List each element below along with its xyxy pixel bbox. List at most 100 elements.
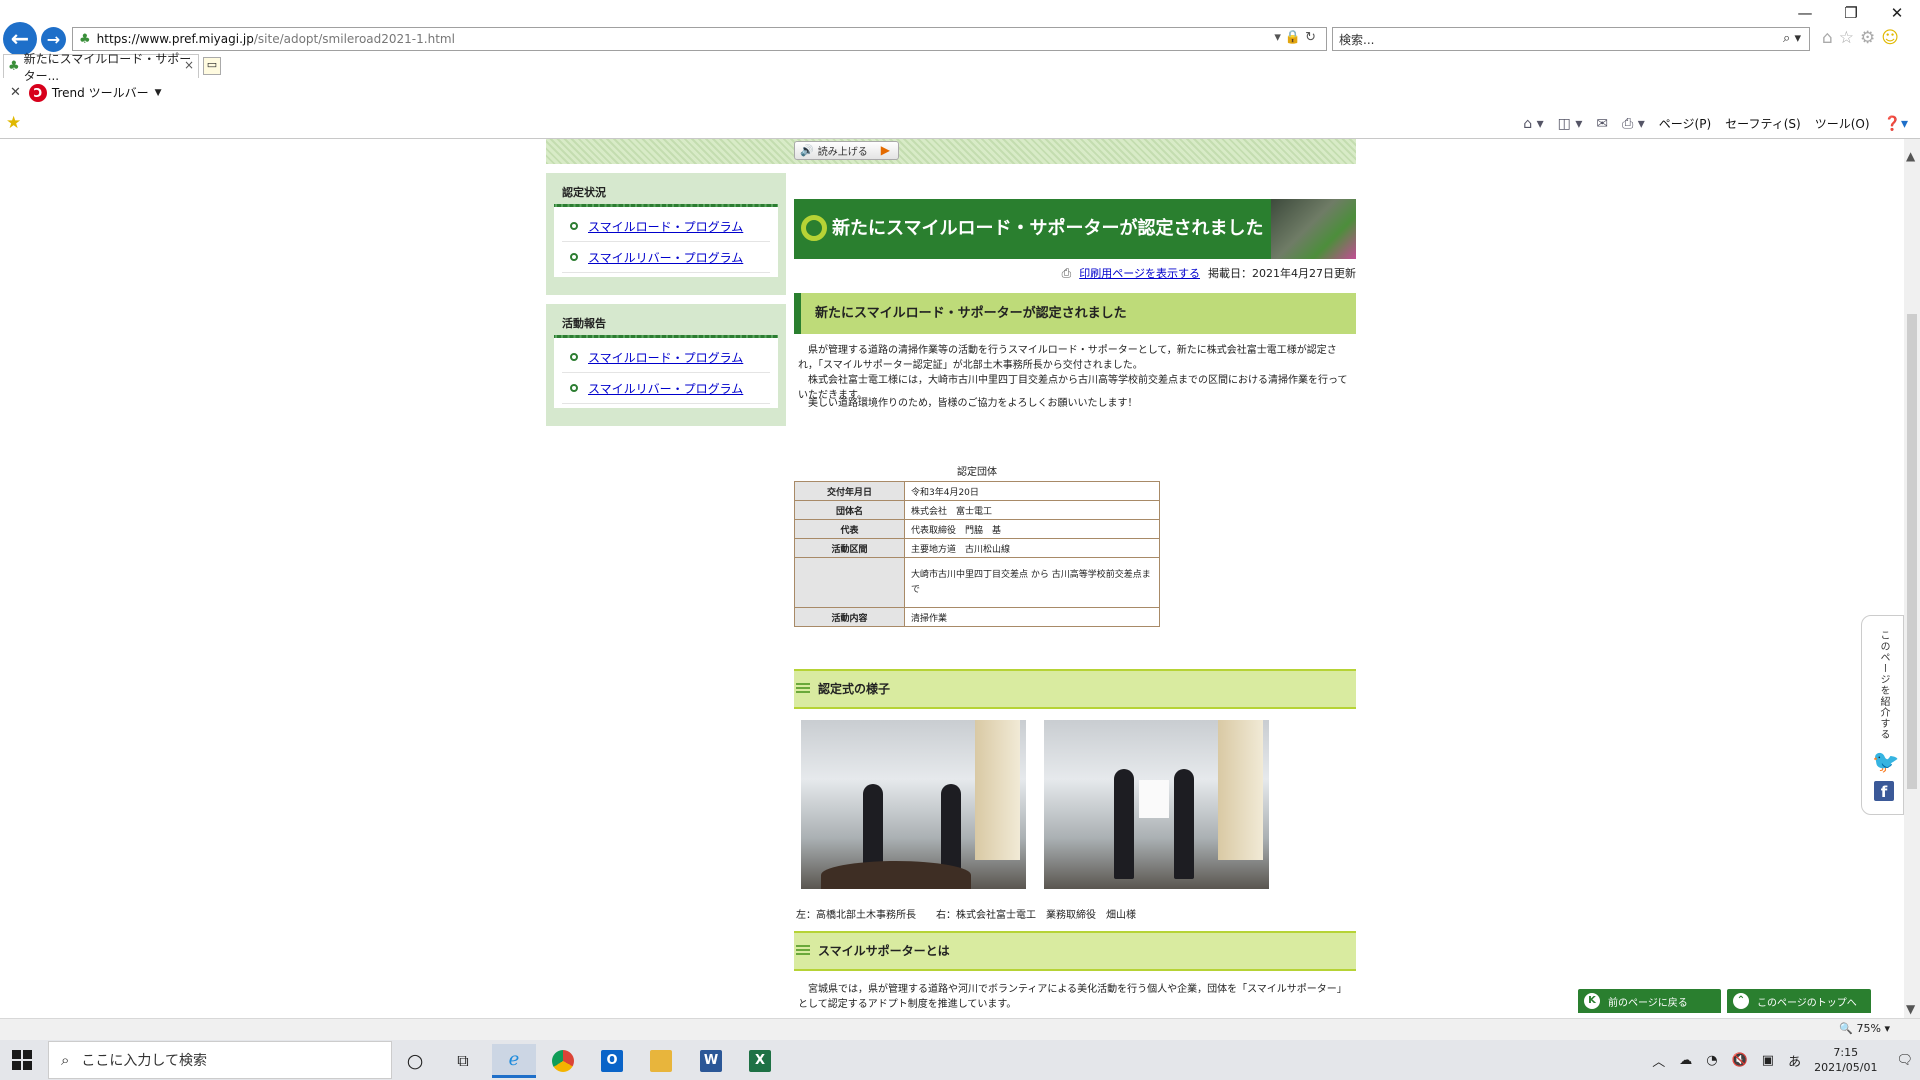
print-icon[interactable]: ⎙ ▾ <box>1622 116 1645 132</box>
network-icon[interactable]: ◔ <box>1706 1053 1717 1068</box>
address-tools: ▾🔒↻ <box>1274 30 1320 45</box>
task-view-icon[interactable]: ⧉ <box>441 1044 485 1078</box>
tray-chevron-icon[interactable]: ︿ <box>1652 1051 1665 1070</box>
table-row: 活動区間 主要地方道 古川松山線 <box>794 538 1160 558</box>
mail-icon[interactable]: ✉ <box>1596 116 1608 132</box>
vertical-scrollbar[interactable]: ▲ ▼ <box>1904 139 1920 1018</box>
toolbar-close-icon[interactable]: ✕ <box>10 85 21 100</box>
browser-chrome: ← → ♣ https://www.pref.miyagi.jp/site/ad… <box>0 0 1920 139</box>
sidebar-link[interactable]: スマイルロード・プログラム <box>588 218 743 235</box>
photo-caption-left: 左：高橋北部土木事務所長 <box>796 910 916 921</box>
trend-toolbar: ✕ Ɔ Trend ツールバー ▼ <box>0 79 1920 106</box>
dropdown-icon[interactable]: ▾ <box>1274 30 1285 45</box>
windows-taskbar: ⌕ ここに入力して検索 ○ ⧉ ℯ O W X ︿ ☁ ◔ 🔇 ▣ あ 7:15… <box>0 1040 1920 1080</box>
system-tray: ︿ ☁ ◔ 🔇 ▣ あ 7:15 2021/05/01 🗨 <box>1645 1040 1920 1080</box>
taskbar-search[interactable]: ⌕ ここに入力して検索 <box>48 1041 392 1079</box>
minimize-button[interactable]: — <box>1782 4 1828 22</box>
search-icon[interactable]: ⌕ ▾ <box>1783 31 1801 46</box>
display-icon[interactable]: ▣ <box>1762 1053 1774 1068</box>
cloud-icon[interactable]: ☁ <box>1679 1053 1692 1068</box>
clock-time: 7:15 <box>1833 1046 1859 1059</box>
refresh-icon[interactable]: ↻ <box>1305 30 1320 45</box>
outlook-icon[interactable]: O <box>590 1044 634 1078</box>
row-label: 活動区間 <box>794 538 905 558</box>
gear-icon[interactable]: ⚙ <box>1860 28 1881 48</box>
start-button[interactable] <box>12 1050 32 1070</box>
photo-table <box>821 861 971 889</box>
share-widget: このページを紹介する 🐦 f <box>1861 615 1904 815</box>
print-row: ⎙ 印刷用ページを表示する 掲載日：2021年4月27日更新 <box>1062 265 1356 281</box>
table-row: 団体名 株式会社 富士電工 <box>794 500 1160 520</box>
sidebar-link[interactable]: スマイルロード・プログラム <box>588 349 743 366</box>
browser-tab[interactable]: ♣ 新たにスマイルロード・サポーター... × <box>3 52 199 83</box>
cortana-icon[interactable]: ○ <box>393 1044 437 1078</box>
new-tab-button[interactable]: ▭ <box>203 57 221 75</box>
about-heading: スマイルサポーターとは <box>794 931 1356 971</box>
certified-group-table: 認定団体 交付年月日 令和3年4月20日 団体名 株式会社 富士電工 代表 代表取締役… <box>794 463 1160 627</box>
lock-icon[interactable]: 🔒 <box>1285 30 1305 45</box>
word-icon[interactable]: W <box>689 1044 733 1078</box>
file-explorer-icon[interactable] <box>639 1044 683 1078</box>
safety-menu[interactable]: セーフティ(S) <box>1725 115 1801 132</box>
share-label: このページを紹介する <box>1878 630 1889 740</box>
home-icon[interactable]: ⌂ <box>1822 28 1839 48</box>
trend-logo-icon: Ɔ <box>28 83 47 102</box>
restore-button[interactable]: ❐ <box>1828 4 1874 22</box>
scroll-down-icon[interactable]: ▼ <box>1906 1002 1915 1016</box>
twitter-icon[interactable]: 🐦 <box>1872 750 1899 775</box>
notifications-icon[interactable]: 🗨 <box>1896 1053 1913 1068</box>
taskbar-clock[interactable]: 7:15 2021/05/01 <box>1814 1045 1877 1075</box>
volume-muted-icon[interactable]: 🔇 <box>1732 1053 1748 1068</box>
chevron-down-icon[interactable]: ▼ <box>155 88 162 98</box>
tools-menu[interactable]: ツール(O) <box>1815 115 1870 132</box>
page-menu[interactable]: ページ(P) <box>1659 115 1711 132</box>
prev-page-label: 前のページに戻る <box>1608 997 1688 1009</box>
row-value: 主要地方道 古川松山線 <box>904 538 1160 558</box>
zoom-control[interactable]: 🔍 75% ▾ <box>1839 1022 1890 1035</box>
smiley-icon[interactable]: ☺ <box>1881 28 1905 48</box>
excel-icon[interactable]: X <box>738 1044 782 1078</box>
row-value: 令和3年4月20日 <box>904 481 1160 501</box>
ceremony-photo-1 <box>801 720 1026 889</box>
url-path: /site/adopt/smileroad2021-1.html <box>253 32 455 46</box>
trend-toolbar-label[interactable]: Trend ツールバー <box>52 84 149 101</box>
read-aloud-button[interactable]: 🔊 読み上げる ▶ <box>794 141 899 160</box>
prev-page-button[interactable]: K 前のページに戻る <box>1576 987 1723 1015</box>
window-controls: — ❐ ✕ <box>1782 4 1920 22</box>
photo-window <box>975 720 1020 860</box>
tab-close-icon[interactable]: × <box>184 58 194 72</box>
ime-indicator[interactable]: あ <box>1788 1051 1801 1070</box>
sidebar-section-activity: 活動報告 スマイルロード・プログラム スマイルリバー・プログラム <box>546 304 786 426</box>
ring-icon <box>801 215 827 241</box>
facebook-icon[interactable]: f <box>1874 781 1894 801</box>
forward-button[interactable]: → <box>41 27 66 52</box>
page-title: 新たにスマイルロード・サポーターが認定されました <box>832 218 1264 239</box>
sidebar-link[interactable]: スマイルリバー・プログラム <box>588 249 743 266</box>
home-menu-icon[interactable]: ⌂ ▾ <box>1523 116 1543 132</box>
scroll-thumb[interactable] <box>1907 314 1917 789</box>
url-host: https://www.pref.miyagi.jp <box>96 32 254 46</box>
help-icon[interactable]: ❓▾ <box>1884 116 1908 132</box>
print-page-link[interactable]: 印刷用ページを表示する <box>1079 265 1200 281</box>
photo-caption: 左：高橋北部土木事務所長 右：株式会社富士電工 業務取締役 畑山様 <box>796 906 1136 921</box>
intro-paragraph: 県が管理する道路の清掃作業等の活動を行うスマイルロード・サポーターとして，新たに… <box>794 343 1356 403</box>
internet-explorer-icon[interactable]: ℯ <box>492 1044 536 1078</box>
scroll-up-icon[interactable]: ▲ <box>1906 149 1915 163</box>
sidebar-section-title: 認定状況 <box>554 181 778 207</box>
address-bar[interactable]: ♣ https://www.pref.miyagi.jp/site/adopt/… <box>72 27 1327 51</box>
feeds-icon[interactable]: ◫ ▾ <box>1558 116 1583 132</box>
close-window-button[interactable]: ✕ <box>1874 4 1920 22</box>
speaker-icon: 🔊 <box>800 144 814 157</box>
row-value: 清掃作業 <box>904 607 1160 627</box>
sidebar-link[interactable]: スマイルリバー・プログラム <box>588 380 743 397</box>
taskbar-search-placeholder: ここに入力して検索 <box>81 1053 207 1069</box>
page-top-button[interactable]: ⌃ このページのトップへ <box>1725 987 1873 1015</box>
favorites-star-icon[interactable]: ☆ <box>1839 28 1860 48</box>
add-favorites-icon[interactable]: ★ <box>6 113 21 133</box>
row-label: 代表 <box>794 519 905 539</box>
row-label <box>794 557 905 608</box>
heading-lines-icon <box>796 945 810 955</box>
browser-search-box[interactable]: 検索... ⌕ ▾ <box>1332 27 1810 51</box>
chrome-icon[interactable] <box>541 1044 585 1078</box>
ceremony-photo-2 <box>1044 720 1269 889</box>
